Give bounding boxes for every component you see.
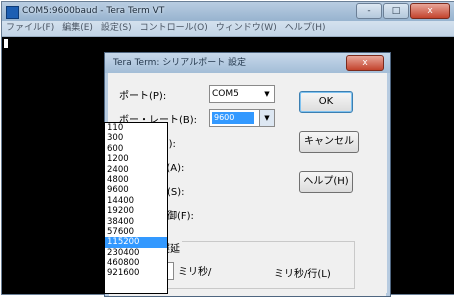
baud-rate-dropdown-list[interactable]: 110 300 600 1200 2400 4800 9600 14400 19200 38400… [104,122,168,294]
cancel-button[interactable]: キャンセル [299,131,359,153]
window-title: COM5:9600baud - Tera Term VT [22,6,165,16]
menu-window[interactable]: ウィンドウ(W) [212,21,281,36]
menu-help[interactable]: ヘルプ(H) [281,21,330,36]
help-button[interactable]: ヘルプ(H) [299,171,353,193]
baud-option-38400[interactable]: 38400 [105,217,167,227]
baud-option-460800[interactable]: 460800 [105,258,167,268]
dialog-title: Tera Term: シリアルポート 設定 [113,58,247,68]
baud-option-9600[interactable]: 9600 [105,185,167,195]
main-title-bar[interactable]: COM5:9600baud - Tera Term VT - □ x [2,2,454,21]
tera-term-app-icon [6,6,19,19]
chevron-down-icon[interactable]: ▼ [259,110,274,126]
menu-file[interactable]: ファイル(F) [2,21,58,36]
delay-per-char-unit: ミリ秒/ [178,267,212,278]
minimize-button[interactable]: - [356,3,382,19]
close-button[interactable]: x [410,3,450,19]
baud-option-110[interactable]: 110 [105,123,167,133]
baud-rate-value: 9600 [212,112,254,124]
caption-buttons: - □ x [355,3,450,19]
baud-option-1200[interactable]: 1200 [105,154,167,164]
baud-rate-select[interactable]: 9600 ▼ [209,109,275,127]
baud-option-921600[interactable]: 921600 [105,268,167,278]
baud-option-4800[interactable]: 4800 [105,175,167,185]
delay-per-line-unit: ミリ秒/行(L) [274,269,331,280]
baud-option-14400[interactable]: 14400 [105,196,167,206]
dialog-title-bar[interactable]: Tera Term: シリアルポート 設定 x [105,53,390,73]
dialog-close-button[interactable]: x [346,55,384,71]
menu-setup[interactable]: 設定(S) [97,21,136,36]
baud-option-2400[interactable]: 2400 [105,165,167,175]
port-select[interactable]: COM5 ▼ [209,85,275,103]
menu-control[interactable]: コントロール(O) [136,21,212,36]
baud-option-600[interactable]: 600 [105,144,167,154]
ok-button[interactable]: OK [299,91,353,113]
chevron-down-icon: ▼ [264,90,270,98]
port-label: ポート(P): [119,91,167,102]
terminal-cursor [4,39,8,48]
baud-option-19200[interactable]: 19200 [105,206,167,216]
menu-bar: ファイル(F) 編集(E) 設定(S) コントロール(O) ウィンドウ(W) ヘ… [2,21,454,37]
baud-option-57600[interactable]: 57600 [105,227,167,237]
baud-option-230400[interactable]: 230400 [105,248,167,258]
menu-edit[interactable]: 編集(E) [58,21,97,36]
baud-option-115200[interactable]: 115200 [105,237,167,248]
baud-option-300[interactable]: 300 [105,133,167,143]
maximize-button[interactable]: □ [383,3,409,19]
port-value: COM5 [212,89,239,99]
